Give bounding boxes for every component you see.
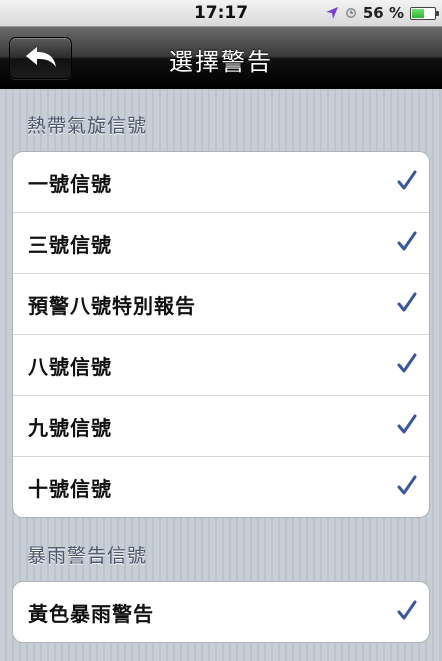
warning-label: 九號信號: [28, 415, 112, 440]
warning-label: 一號信號: [28, 171, 112, 196]
navigation-bar: 選擇警告: [0, 27, 442, 89]
warning-row[interactable]: 八號信號: [13, 335, 429, 396]
checkmark-icon: [397, 353, 417, 373]
status-bar: 17:17 56 %: [0, 0, 442, 27]
warning-row[interactable]: 黃色暴雨警告: [13, 582, 429, 642]
battery-icon: [410, 6, 439, 20]
warning-row[interactable]: 三號信號: [13, 213, 429, 274]
section-header: 暴雨警告信號: [27, 545, 148, 567]
status-indicators: 56 %: [325, 3, 439, 23]
battery-label: 56 %: [362, 4, 404, 22]
warning-row[interactable]: 一號信號: [13, 152, 429, 213]
warning-group: 一號信號三號信號預警八號特別報告 八號信號九號信號十號信號: [12, 151, 430, 518]
warning-group: 黃色暴雨警告: [12, 581, 430, 643]
alarm-clock-icon: [345, 7, 357, 19]
battery-fill: [412, 8, 424, 18]
warning-row[interactable]: 十號信號: [13, 457, 429, 517]
warning-row[interactable]: 預警八號特別報告: [13, 274, 429, 335]
warning-label: 十號信號: [28, 476, 112, 501]
checkmark-icon: [397, 600, 417, 620]
warning-label: 八號信號: [28, 354, 112, 379]
location-arrow-icon: [325, 6, 339, 20]
checkmark-icon: [397, 475, 417, 495]
checkmark-icon: [397, 231, 417, 251]
section-header: 熱帶氣旋信號: [27, 115, 148, 137]
warning-label: 黃色暴雨警告: [28, 601, 154, 626]
page-title: 選擇警告: [169, 48, 273, 76]
checkmark-icon: [397, 414, 417, 434]
warning-label: 三號信號: [28, 232, 112, 257]
checkmark-icon: [397, 170, 417, 190]
checkmark-icon: [397, 292, 417, 312]
warning-label: 預警八號特別報告: [28, 293, 196, 318]
warning-row[interactable]: 九號信號: [13, 396, 429, 457]
